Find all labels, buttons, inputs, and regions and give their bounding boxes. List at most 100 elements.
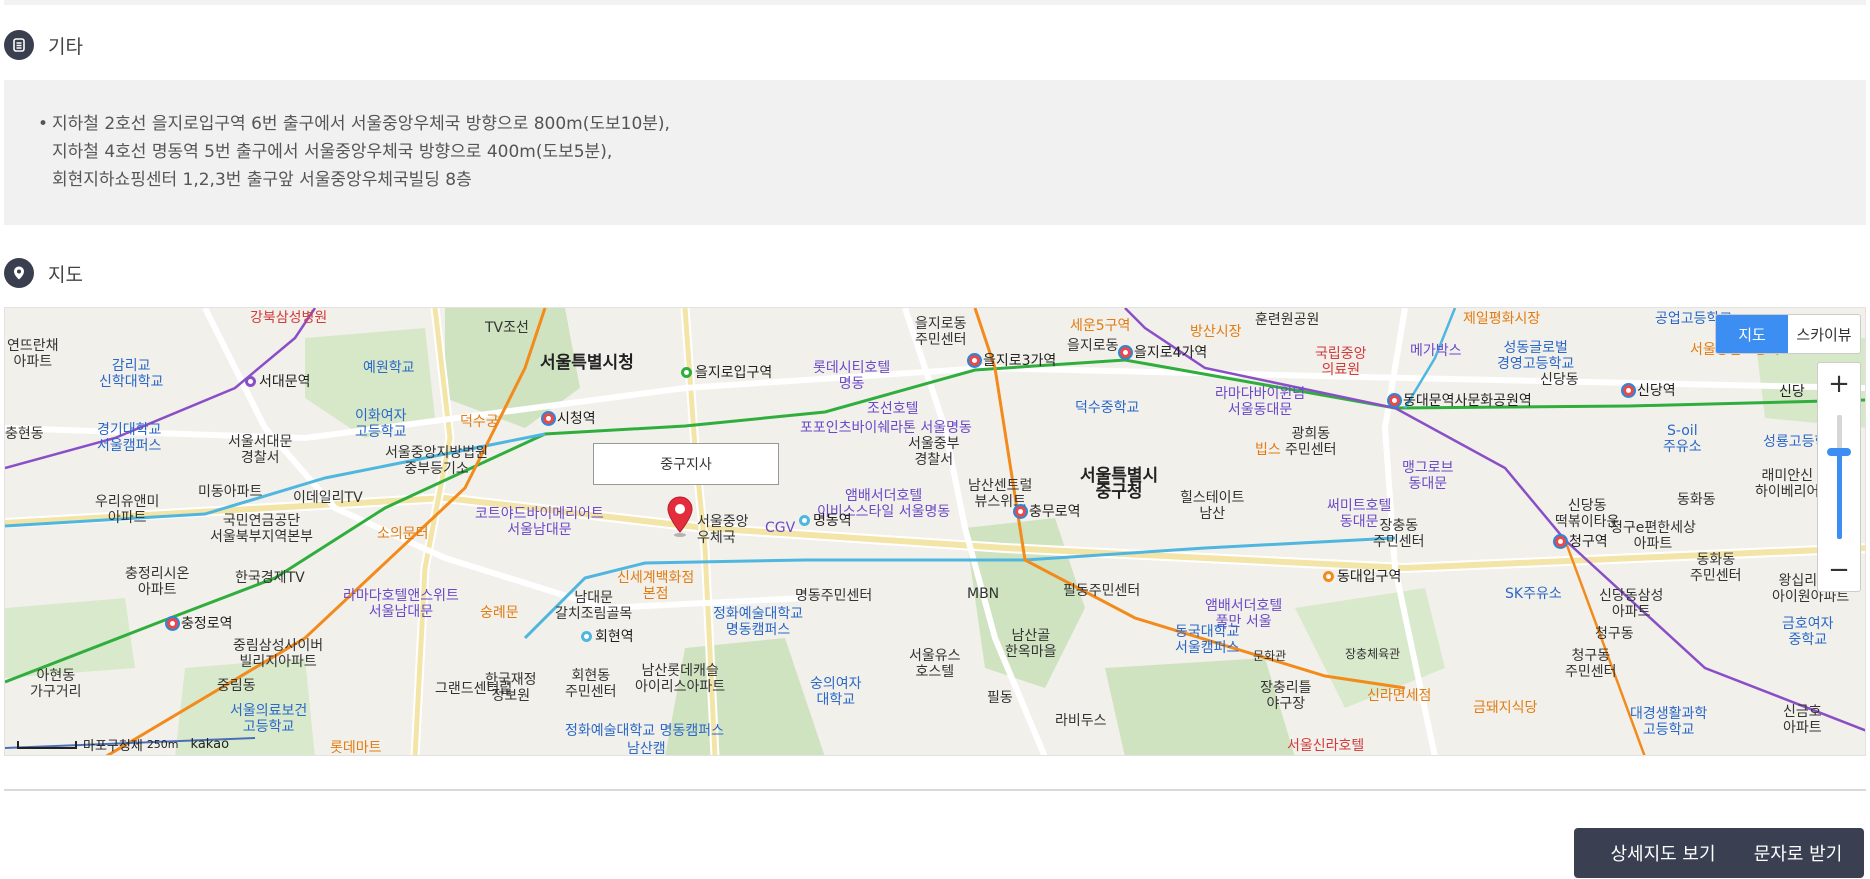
map-label: 남산캠 bbox=[627, 741, 666, 756]
map-label: 남산롯데캐슬 아이리스아파트 bbox=[635, 663, 726, 695]
map-label: 연뜨란채 아파트 bbox=[7, 338, 59, 370]
map-label: 맹그로브 동대문 bbox=[1402, 460, 1454, 492]
directions-line-1: 지하철 2호선 을지로입구역 6번 출구에서 서울중앙우체국 방향으로 800m… bbox=[52, 114, 670, 134]
zoom-slider-handle[interactable] bbox=[1827, 448, 1851, 457]
station-dot bbox=[581, 630, 592, 642]
map-section-header: 지도 bbox=[4, 258, 83, 288]
map-label: TV조선 bbox=[485, 320, 529, 336]
station-dot bbox=[1015, 505, 1026, 517]
map-label: 라비두스 bbox=[1055, 713, 1107, 729]
map-attribution: 마포구청제 bbox=[83, 739, 143, 754]
station-dot bbox=[1323, 570, 1334, 582]
zoom-control: + − bbox=[1817, 362, 1861, 592]
map-label: 숭례문 bbox=[480, 605, 519, 621]
station-dot bbox=[167, 617, 178, 629]
map-label: 필동 bbox=[987, 690, 1013, 706]
directions-box: 지하철 2호선 을지로입구역 6번 출구에서 서울중앙우체국 방향으로 800m… bbox=[4, 80, 1866, 225]
station-label: 동대문역사문화공원역 bbox=[1403, 393, 1532, 409]
station-sindang-right[interactable]: 신당 bbox=[1779, 381, 1805, 401]
map-label: 국민연금공단 서울북부지역본부 bbox=[210, 513, 314, 545]
location-pin-icon bbox=[4, 258, 34, 288]
map-label: 강북삼성병원 bbox=[250, 310, 328, 326]
map-label: 서울중앙지방법원 중부등기소 bbox=[385, 445, 489, 477]
map-label: SK주유소 bbox=[1505, 586, 1562, 602]
station-dot bbox=[245, 375, 256, 387]
map-label: S-oil 주유소 bbox=[1663, 423, 1702, 455]
zoom-in-button[interactable]: + bbox=[1818, 363, 1860, 405]
map-label: 청구동 bbox=[1595, 626, 1634, 642]
map-marker[interactable] bbox=[666, 496, 694, 542]
station-euljiro3[interactable]: 을지로3가역 bbox=[969, 350, 1056, 370]
map-label: 동국대학교 서울캠퍼스 bbox=[1175, 624, 1240, 656]
map-label: 라마다바이윈덤 서울동대문 bbox=[1215, 386, 1306, 418]
map-label: 청구e편한세상 아파트 bbox=[1610, 520, 1696, 552]
station-cheonggu[interactable]: 청구역 bbox=[1555, 531, 1608, 551]
map-label: 그랜드센터럴 bbox=[435, 681, 513, 697]
station-sindang[interactable]: 신당역 bbox=[1623, 380, 1676, 400]
map-label: 정화예술대학교 명동캠퍼스 bbox=[565, 723, 725, 739]
station-hoehyeon[interactable]: 회현역 bbox=[581, 626, 634, 646]
station-euljiro1[interactable]: 을지로입구역 bbox=[681, 362, 772, 382]
bottom-divider bbox=[4, 789, 1866, 791]
etc-title: 기타 bbox=[48, 35, 83, 58]
station-euljiro4[interactable]: 을지로4가역 bbox=[1120, 342, 1207, 362]
map-label: 서울신라호텔 bbox=[1287, 738, 1365, 754]
map-label: 을지로동 bbox=[1067, 338, 1119, 354]
map-label: 예원학교 bbox=[363, 360, 415, 376]
map-label: 포포인츠바이쉐라톤 서울명동 bbox=[800, 420, 972, 436]
station-ddp[interactable]: 동대문역사문화공원역 bbox=[1389, 390, 1532, 410]
scale-distance: 250m bbox=[146, 738, 179, 751]
station-chungmuro[interactable]: 충무로역 bbox=[1015, 501, 1081, 521]
map-label: 래미안신 하이베리어 bbox=[1755, 468, 1820, 500]
junggu-office-label: 서울특별시 중구청 bbox=[1080, 466, 1159, 502]
map-view[interactable]: 서울특별시청 서울특별시 중구청 TV조선 덕수궁 이화여자 고등학교 예원학교… bbox=[4, 307, 1866, 756]
station-chungjeongno[interactable]: 충정로역 bbox=[167, 613, 233, 633]
map-label: 소의문터 bbox=[377, 526, 429, 542]
map-label: MBN bbox=[967, 586, 1000, 602]
station-dot bbox=[799, 514, 810, 526]
station-dot bbox=[1389, 394, 1400, 406]
map-label: 신당동삼성 아파트 bbox=[1599, 588, 1664, 620]
station-label: 청구역 bbox=[1569, 534, 1608, 550]
sms-button[interactable]: 문자로 받기 bbox=[1732, 828, 1864, 878]
map-title: 지도 bbox=[48, 263, 83, 286]
map-label: 서울유스 호스텔 bbox=[909, 648, 961, 680]
map-label: 금호여자 중학교 bbox=[1782, 616, 1834, 648]
station-dongdae[interactable]: 동대입구역 bbox=[1323, 566, 1401, 586]
station-dot bbox=[681, 366, 692, 378]
station-label: 신당 bbox=[1779, 384, 1805, 400]
marker-label: 서울중앙 우체국 bbox=[697, 514, 749, 546]
map-label: 장충리틀 야구장 bbox=[1260, 680, 1312, 712]
map-label: 경기대학교 서울캠퍼스 bbox=[97, 422, 162, 454]
map-label: 금돼지식당 bbox=[1473, 700, 1538, 716]
map-type-skyview-button[interactable]: 스카이뷰 bbox=[1788, 315, 1860, 353]
detail-map-button[interactable]: 상세지도 보기 bbox=[1574, 828, 1752, 878]
map-infowindow: 중구지사 bbox=[593, 443, 779, 485]
map-label: 국립중앙 의료원 bbox=[1315, 346, 1367, 378]
map-label: 써미트호텔 동대문 bbox=[1327, 498, 1392, 530]
station-dot bbox=[1623, 384, 1634, 396]
map-label: 미동아파트 bbox=[198, 484, 263, 500]
map-label: 이데일리TV bbox=[293, 490, 363, 506]
map-label: 빕스 bbox=[1255, 442, 1281, 458]
station-label: 을지로3가역 bbox=[983, 353, 1057, 369]
map-label: 세운5구역 bbox=[1070, 318, 1131, 334]
station-seodaemun[interactable]: 서대문역 bbox=[245, 371, 311, 391]
scale-bar bbox=[17, 740, 77, 749]
station-label: 을지로입구역 bbox=[695, 365, 773, 381]
map-label: 롯데마트 bbox=[330, 740, 382, 756]
etc-section-header: 기타 bbox=[4, 30, 83, 60]
map-type-map-button[interactable]: 지도 bbox=[1716, 315, 1788, 353]
map-label: 방산시장 bbox=[1190, 324, 1242, 340]
station-cityhall[interactable]: 시청역 bbox=[543, 408, 596, 428]
map-label: 회현동 주민센터 bbox=[565, 668, 617, 700]
station-label: 충정로역 bbox=[181, 616, 233, 632]
map-label: 필동주민센터 bbox=[1063, 583, 1141, 599]
map-label: 신당동 bbox=[1540, 372, 1579, 388]
map-label: 문화관 bbox=[1253, 649, 1287, 663]
zoom-out-button[interactable]: − bbox=[1818, 549, 1860, 591]
map-label: 한국경제TV bbox=[235, 570, 305, 586]
station-myeongdong[interactable]: 명동역 bbox=[799, 510, 852, 530]
map-label: 서울중부 경찰서 bbox=[908, 436, 960, 468]
station-label: 신당역 bbox=[1637, 383, 1676, 399]
